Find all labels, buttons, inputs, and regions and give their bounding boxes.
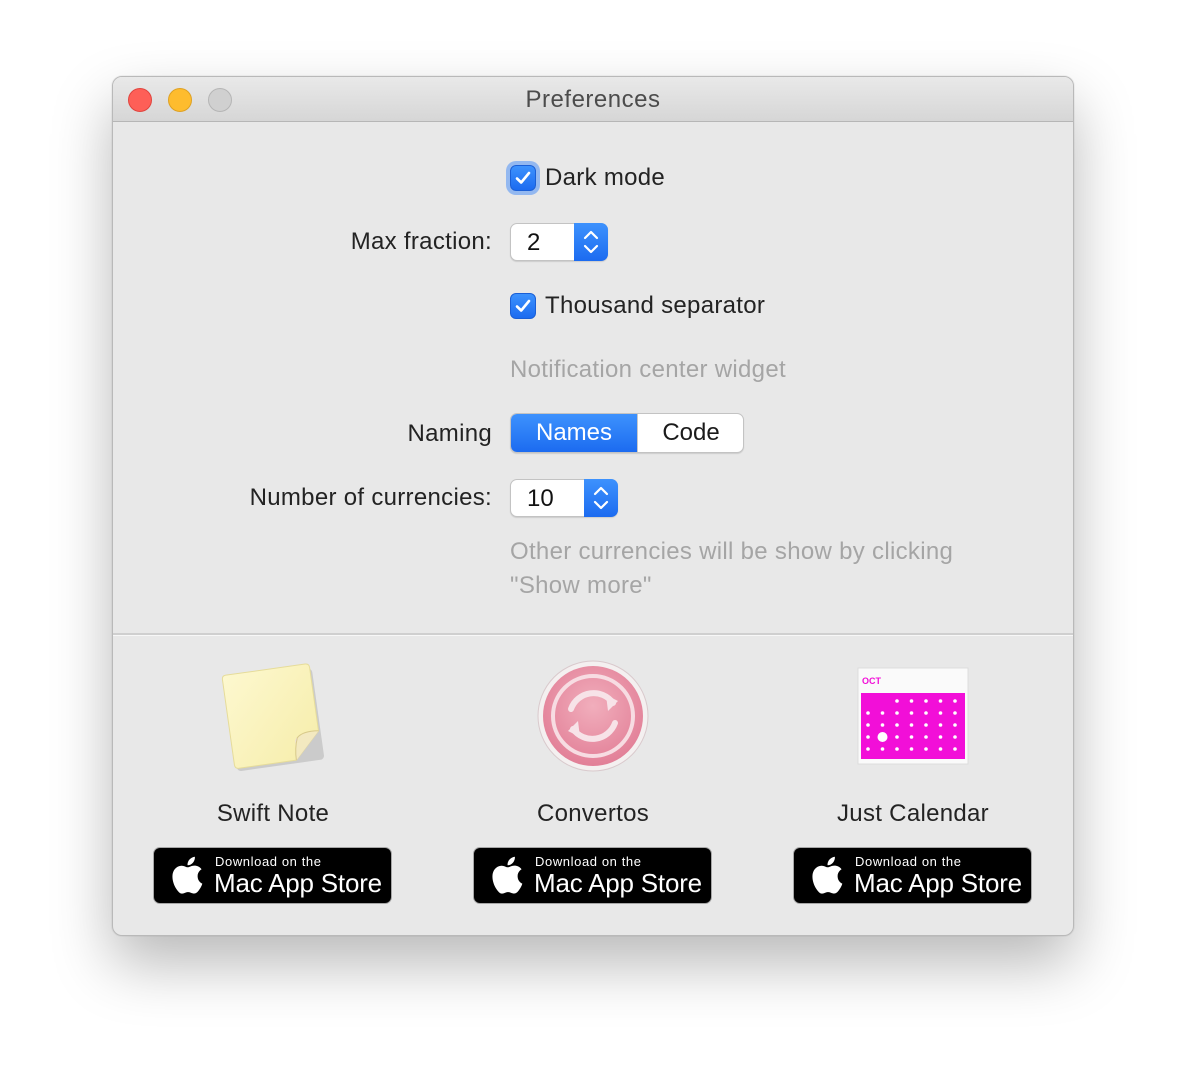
calendar-day-dot <box>909 711 914 715</box>
naming-segmented-control[interactable]: Names Code <box>510 413 744 453</box>
naming-option-names[interactable]: Names <box>511 414 637 452</box>
calendar-icon[interactable]: OCT <box>857 667 969 772</box>
notification-widget-label: Notification center widget <box>510 356 786 383</box>
calendar-day-dot <box>953 747 957 751</box>
badge-big-text: Mac App Store <box>534 868 702 898</box>
section-divider <box>113 633 1073 636</box>
title-bar: Preferences <box>113 77 1073 122</box>
max-fraction-value: 2 <box>527 229 541 256</box>
calendar-day-dot <box>924 735 928 739</box>
max-fraction-label: Max fraction: <box>350 228 492 255</box>
checkmark-icon <box>515 299 531 312</box>
calendar-day-dot <box>938 699 943 703</box>
calendar-day-dot <box>895 711 899 715</box>
calendar-month-text: OCT <box>862 676 882 686</box>
window-title: Preferences <box>525 86 661 113</box>
badge-big-text: Mac App Store <box>214 868 382 898</box>
calendar-day-dot <box>866 723 870 727</box>
calendar-day-dot <box>866 711 870 715</box>
calendar-day-dot <box>938 735 943 739</box>
app-name-swift-note: Swift Note <box>216 800 330 827</box>
num-currencies-value: 10 <box>527 485 554 512</box>
calendar-day-dot <box>953 711 957 715</box>
calendar-day-dot <box>909 735 914 739</box>
calendar-day-dot <box>909 699 914 703</box>
note-icon[interactable] <box>218 661 328 776</box>
up-down-chevron-icon <box>583 230 599 254</box>
calendar-day-dot <box>953 699 957 703</box>
apple-logo-icon <box>492 856 523 894</box>
naming-option-code[interactable]: Code <box>637 414 743 452</box>
currencies-hint-line2: "Show more" <box>510 572 652 599</box>
calendar-day-dot <box>938 723 943 727</box>
calendar-day-dot <box>880 723 885 727</box>
calendar-day-dot <box>953 723 957 727</box>
checkmark-icon <box>515 171 531 184</box>
apple-logo-icon <box>172 856 203 894</box>
up-down-chevron-icon <box>593 486 609 510</box>
max-fraction-stepper[interactable]: 2 <box>510 223 608 261</box>
preferences-window: Preferences Dark mode Max fraction: 2 Th… <box>112 76 1074 936</box>
thousand-separator-label: Thousand separator <box>545 292 766 319</box>
calendar-day-dot <box>938 747 943 751</box>
calendar-day-dot <box>877 732 888 742</box>
num-currencies-stepper[interactable]: 10 <box>510 479 618 517</box>
app-name-convertos: Convertos <box>536 800 650 827</box>
app-name-just-calendar: Just Calendar <box>837 800 989 827</box>
calendar-day-dot <box>895 735 899 739</box>
dark-mode-label: Dark mode <box>545 164 666 191</box>
badge-small-text: Download on the <box>215 854 322 869</box>
app-store-badge-just-calendar[interactable]: Download on the Mac App Store <box>793 847 1032 904</box>
calendar-day-dot <box>938 711 943 715</box>
badge-small-text: Download on the <box>535 854 642 869</box>
calendar-day-dot <box>866 735 870 739</box>
dark-mode-checkbox[interactable] <box>510 165 536 191</box>
calendar-day-dot <box>895 699 899 703</box>
calendar-day-dot <box>866 747 870 751</box>
calendar-day-dot <box>895 747 899 751</box>
calendar-day-dot <box>953 735 957 739</box>
stepper-arrows[interactable] <box>584 479 618 517</box>
calendar-day-dot <box>880 711 885 715</box>
app-store-badge-swift-note[interactable]: Download on the Mac App Store <box>153 847 392 904</box>
calendar-day-dot <box>909 723 914 727</box>
stepper-arrows[interactable] <box>574 223 608 261</box>
calendar-day-dot <box>880 747 885 751</box>
thousand-separator-checkbox[interactable] <box>510 293 536 319</box>
calendar-day-dot <box>909 747 914 751</box>
badge-big-text: Mac App Store <box>854 868 1022 898</box>
currencies-hint-line1: Other currencies will be show by clickin… <box>510 538 954 565</box>
calendar-day-dot <box>924 747 928 751</box>
num-currencies-label: Number of currencies: <box>249 484 492 511</box>
calendar-day-dot <box>924 699 928 703</box>
calendar-day-dot <box>924 711 928 715</box>
naming-label: Naming <box>407 420 492 447</box>
convert-icon[interactable] <box>536 659 650 778</box>
badge-small-text: Download on the <box>855 854 962 869</box>
calendar-day-dot <box>924 723 928 727</box>
app-store-badge-convertos[interactable]: Download on the Mac App Store <box>473 847 712 904</box>
calendar-day-dot <box>895 723 899 727</box>
apple-logo-icon <box>812 856 843 894</box>
